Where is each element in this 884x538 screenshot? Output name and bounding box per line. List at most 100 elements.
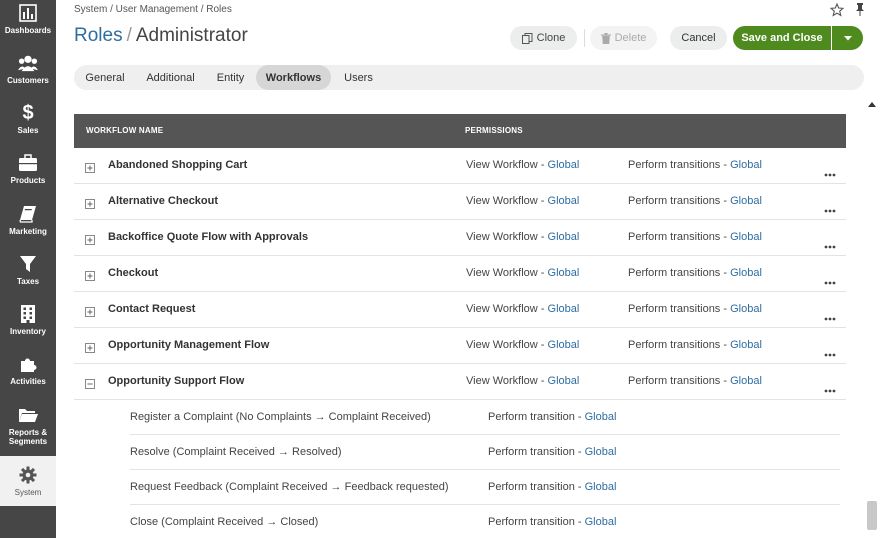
access-level-link[interactable]: Global — [548, 195, 580, 207]
save-and-close-button[interactable]: Save and Close — [733, 26, 831, 50]
view-workflow-permission: View Workflow - Global — [466, 375, 579, 387]
expand-icon[interactable] — [85, 340, 95, 353]
page-title: Roles / Administrator — [74, 25, 248, 47]
access-level-link[interactable]: Global — [730, 267, 762, 279]
dollar-icon: $ — [22, 101, 34, 124]
permission-label: View Workflow - — [466, 303, 548, 315]
actions-divider — [584, 29, 585, 47]
view-workflow-permission: View Workflow - Global — [466, 159, 579, 171]
table-row: Opportunity Management Flow View Workflow… — [74, 328, 846, 364]
sidebar-item-activities[interactable]: Activities — [0, 345, 56, 395]
sidebar-item-marketing[interactable]: Marketing — [0, 195, 56, 245]
access-level-link[interactable]: Global — [730, 375, 762, 387]
clone-label: Clone — [536, 32, 566, 44]
workflow-name: Opportunity Support Flow — [108, 375, 245, 387]
permission-label: Perform transitions - — [628, 339, 731, 351]
tab-entity[interactable]: Entity — [207, 65, 254, 90]
gear-icon — [18, 465, 38, 485]
perform-transitions-permission: Perform transitions - Global — [628, 375, 762, 387]
tab-additional[interactable]: Additional — [137, 65, 204, 90]
access-level-link[interactable]: Global — [585, 516, 617, 528]
collapse-icon[interactable] — [85, 376, 95, 389]
more-actions-icon[interactable] — [824, 200, 836, 213]
permission-label: View Workflow - — [466, 159, 548, 171]
expand-icon[interactable] — [85, 268, 95, 281]
permission-label: View Workflow - — [466, 195, 548, 207]
view-workflow-permission: View Workflow - Global — [466, 267, 579, 279]
more-actions-icon[interactable] — [824, 236, 836, 249]
table-row: Abandoned Shopping Cart View Workflow - G… — [74, 148, 846, 184]
access-level-link[interactable]: Global — [548, 339, 580, 351]
expand-icon[interactable] — [85, 304, 95, 317]
expand-icon[interactable] — [85, 232, 95, 245]
sidebar-item-label: Dashboards — [4, 26, 52, 35]
sidebar-item-label: Activities — [10, 377, 46, 386]
star-icon[interactable] — [829, 2, 845, 17]
sidebar-item-label: Taxes — [16, 277, 40, 286]
access-level-link[interactable]: Global — [730, 303, 762, 315]
sidebar-item-reports-segments[interactable]: Reports & Segments — [0, 400, 56, 450]
access-level-link[interactable]: Global — [730, 159, 762, 171]
title-entity-link[interactable]: Roles — [74, 25, 123, 46]
permission-label: Perform transition - — [488, 446, 585, 458]
transition-name: Resolve (Complaint Received → Resolved) — [130, 446, 342, 458]
access-level-link[interactable]: Global — [548, 267, 580, 279]
access-level-link[interactable]: Global — [730, 195, 762, 207]
customers-icon — [18, 53, 38, 73]
access-level-link[interactable]: Global — [585, 481, 617, 493]
more-actions-icon[interactable] — [824, 164, 836, 177]
more-actions-icon[interactable] — [824, 308, 836, 321]
more-actions-icon[interactable] — [824, 272, 836, 285]
access-level-link[interactable]: Global — [730, 339, 762, 351]
delete-label: Delete — [614, 32, 647, 44]
permission-label: View Workflow - — [466, 267, 548, 279]
access-level-link[interactable]: Global — [585, 411, 617, 423]
access-level-link[interactable]: Global — [548, 231, 580, 243]
scroll-up-arrow-icon[interactable] — [867, 95, 877, 107]
sidebar-item-system[interactable]: System — [0, 456, 56, 506]
main-sidebar: Dashboards Customers $ Sales Products Ma… — [0, 0, 56, 538]
sidebar-item-sales[interactable]: $ Sales — [0, 94, 56, 144]
sidebar-item-label: Reports & — [8, 427, 48, 437]
table-row: Alternative Checkout View Workflow - Glob… — [74, 184, 846, 220]
scrollbar-thumb[interactable] — [867, 501, 877, 530]
breadcrumb: System / User Management / Roles — [74, 4, 232, 15]
workflows-table-header: WORKFLOW NAME PERMISSIONS — [74, 114, 846, 148]
sidebar-item-products[interactable]: Products — [0, 144, 56, 194]
sidebar-item-inventory[interactable]: Inventory — [0, 295, 56, 345]
expand-icon[interactable] — [85, 160, 95, 173]
tab-bar: General Additional Entity Workflows User… — [74, 65, 864, 90]
sidebar-item-taxes[interactable]: Taxes — [0, 245, 56, 295]
save-options-toggle[interactable] — [832, 26, 863, 50]
delete-button[interactable]: Delete — [590, 26, 657, 50]
transition-row: Resolve (Complaint Received → Resolved) P… — [130, 435, 840, 470]
tab-general[interactable]: General — [74, 65, 136, 90]
table-row: Backoffice Quote Flow with Approvals View… — [74, 220, 846, 256]
pin-icon[interactable] — [854, 3, 868, 17]
sidebar-item-label: Marketing — [9, 227, 47, 236]
sidebar-item-label: System — [14, 488, 42, 497]
access-level-link[interactable]: Global — [548, 375, 580, 387]
more-actions-icon[interactable] — [824, 344, 836, 357]
book-icon — [18, 204, 38, 224]
access-level-link[interactable]: Global — [548, 303, 580, 315]
sidebar-item-dashboards[interactable]: Dashboards — [0, 0, 56, 44]
table-row: Opportunity Support Flow View Workflow - … — [74, 364, 846, 400]
tab-workflows[interactable]: Workflows — [256, 65, 331, 90]
access-level-link[interactable]: Global — [730, 231, 762, 243]
permission-label: View Workflow - — [466, 375, 548, 387]
workflow-name: Alternative Checkout — [108, 195, 219, 207]
more-actions-icon[interactable] — [824, 380, 836, 393]
sidebar-item-customers[interactable]: Customers — [0, 44, 56, 94]
cancel-button[interactable]: Cancel — [670, 26, 727, 50]
transition-name: Register a Complaint (No Complaints → Co… — [130, 411, 431, 423]
tab-users[interactable]: Users — [334, 65, 383, 90]
clone-button[interactable]: Clone — [510, 26, 577, 50]
sidebar-item-label: Inventory — [9, 327, 46, 336]
expand-icon[interactable] — [85, 196, 95, 209]
workflow-name: Checkout — [108, 267, 159, 279]
access-level-link[interactable]: Global — [548, 159, 580, 171]
workflow-name: Opportunity Management Flow — [108, 339, 270, 351]
access-level-link[interactable]: Global — [585, 446, 617, 458]
workflow-name: Abandoned Shopping Cart — [108, 159, 248, 171]
